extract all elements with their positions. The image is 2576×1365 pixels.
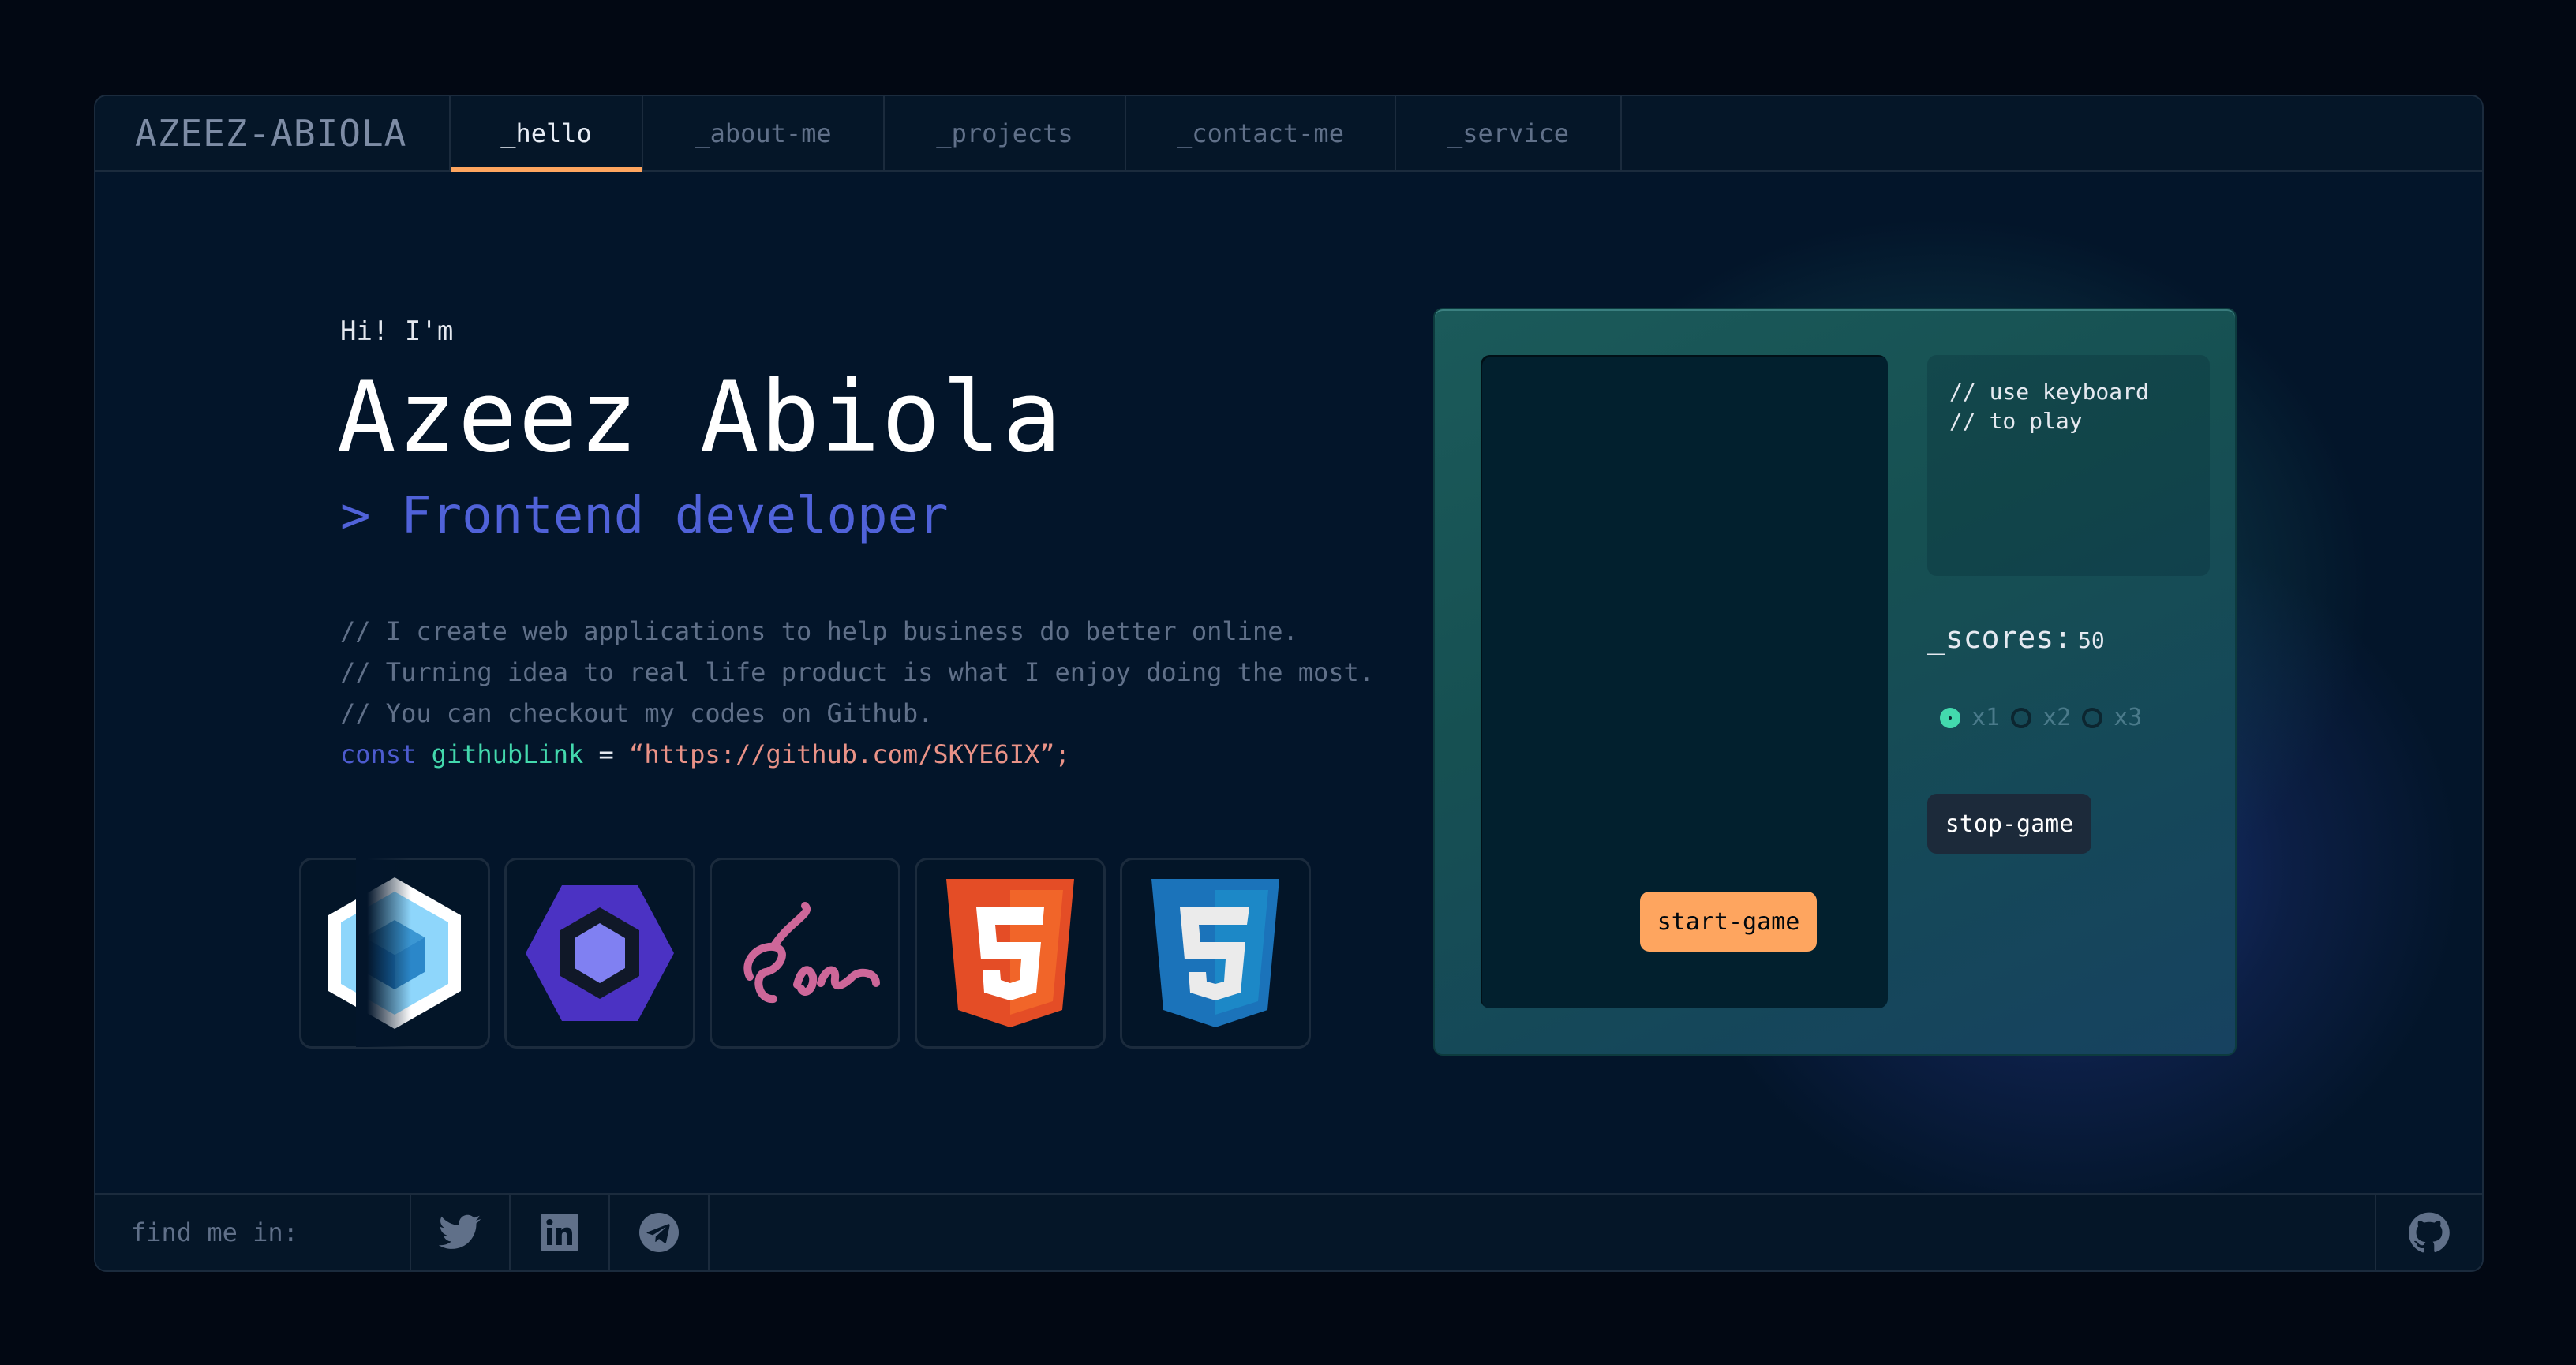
brand-logo[interactable]: AZEEZ-ABIOLA	[95, 96, 451, 170]
snake-game-panel: start-game // use keyboard // to play _s…	[1433, 308, 2237, 1056]
tab-contact-me[interactable]: _contact-me	[1126, 96, 1396, 170]
github-link[interactable]: “https://github.com/SKYE6IX”;	[629, 739, 1070, 769]
sass-icon	[710, 858, 900, 1049]
tab-hello[interactable]: _hello	[451, 96, 643, 172]
level-radio-x2[interactable]	[2011, 707, 2032, 728]
html5-icon	[915, 858, 1106, 1049]
level-radio-x3[interactable]	[2082, 707, 2103, 728]
level-label: x1	[1971, 704, 2001, 731]
level-label: x3	[2114, 704, 2143, 731]
code-keyword: const	[340, 739, 417, 769]
top-nav: AZEEZ-ABIOLA _hello _about-me _projects …	[95, 96, 2482, 172]
game-board[interactable]: start-game	[1481, 355, 1888, 1008]
speed-selector: x1 x2 x3	[1940, 704, 2153, 731]
tab-service[interactable]: _service	[1396, 96, 1622, 170]
hero-role: > Frontend developer	[340, 487, 949, 545]
scores-display: _scores: 50	[1927, 620, 2105, 655]
level-label: x2	[2042, 704, 2072, 731]
github-code-line: const githubLink = “https://github.com/S…	[340, 734, 1374, 775]
scores-label: _scores:	[1927, 620, 2072, 655]
github-icon[interactable]	[2375, 1195, 2482, 1270]
eslint-icon	[504, 858, 695, 1049]
code-variable: githubLink	[431, 739, 584, 769]
comment-line: // I create web applications to help bus…	[340, 616, 1298, 646]
stop-game-button[interactable]: stop-game	[1927, 794, 2091, 854]
level-radio-x1[interactable]	[1940, 707, 1960, 728]
comment-line: // Turning idea to real life product is …	[340, 657, 1375, 687]
find-me-label: find me in:	[95, 1195, 411, 1270]
tab-about-me[interactable]: _about-me	[643, 96, 885, 170]
tech-icons-carousel	[299, 858, 1449, 1049]
portfolio-window: AZEEZ-ABIOLA _hello _about-me _projects …	[94, 95, 2484, 1272]
twitter-icon[interactable]	[411, 1195, 511, 1270]
hero-name: Azeez Abiola	[337, 361, 1063, 474]
comment-line: // You can checkout my codes on Github.	[340, 698, 934, 728]
footer: find me in:	[95, 1193, 2482, 1270]
css3-icon	[1120, 858, 1311, 1049]
start-game-button[interactable]: start-game	[1640, 892, 1817, 952]
tab-projects[interactable]: _projects	[885, 96, 1126, 170]
game-hint: // use keyboard // to play	[1927, 355, 2210, 576]
linkedin-icon[interactable]	[511, 1195, 610, 1270]
code-operator: =	[583, 739, 630, 769]
footer-spacer	[710, 1195, 2375, 1270]
carousel-fade-left	[356, 858, 411, 1047]
scores-value: 50	[2078, 627, 2105, 653]
intro-comments: // I create web applications to help bus…	[340, 611, 1374, 775]
telegram-icon[interactable]	[610, 1195, 710, 1270]
greeting: Hi! I'm	[340, 316, 454, 347]
